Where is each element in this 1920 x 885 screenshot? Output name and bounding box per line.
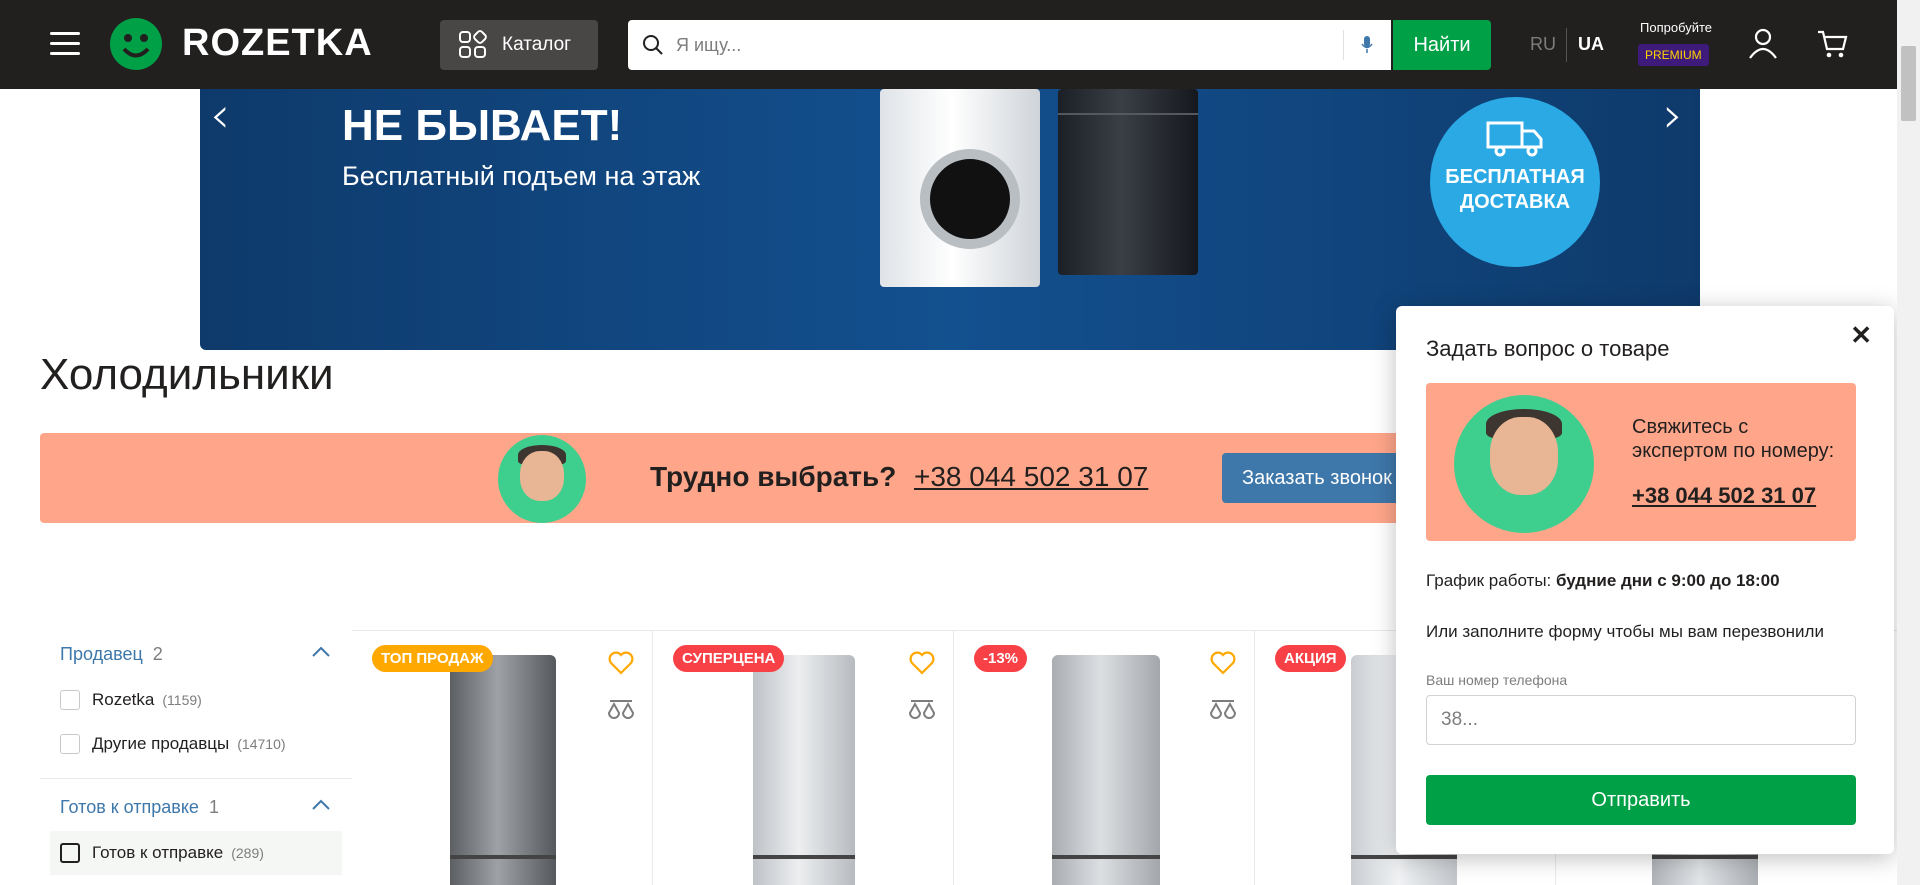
checkbox[interactable] bbox=[60, 734, 80, 754]
expert-avatar bbox=[1454, 395, 1594, 533]
page-scrollbar[interactable] bbox=[1897, 0, 1920, 885]
banner-prev-icon[interactable]: ‹ bbox=[210, 86, 230, 144]
filters-sidebar: Продавец 2 Rozetka (1159) Другие продавц… bbox=[40, 630, 352, 875]
language-ua[interactable]: UA bbox=[1578, 34, 1604, 55]
filter-count: 2 bbox=[152, 643, 163, 664]
filter-divider bbox=[40, 778, 352, 779]
filter-ready-header[interactable]: Готов к отправке 1 bbox=[40, 783, 352, 831]
expert-question: Трудно выбрать? bbox=[650, 461, 897, 492]
checkbox[interactable] bbox=[60, 690, 80, 710]
user-icon[interactable] bbox=[1748, 28, 1778, 60]
work-hours-value: будние дни с 9:00 до 18:00 bbox=[1556, 571, 1780, 590]
send-button[interactable]: Отправить bbox=[1426, 775, 1856, 825]
filter-option-label: Rozetka bbox=[92, 690, 155, 709]
product-image[interactable] bbox=[753, 655, 855, 885]
modal-contact-text: Свяжитесь с экспертом по номеру: bbox=[1632, 416, 1835, 462]
search-bar bbox=[628, 20, 1391, 70]
banner-next-icon[interactable]: › bbox=[1663, 86, 1683, 144]
modal-title: Задать вопрос о товаре bbox=[1426, 336, 1670, 361]
filter-option-label: Другие продавцы bbox=[92, 734, 230, 753]
logo-icon[interactable] bbox=[110, 18, 162, 70]
phone-field[interactable] bbox=[1426, 695, 1856, 745]
scrollbar-thumb[interactable] bbox=[1901, 46, 1916, 121]
product-card[interactable]: ТОП ПРОДАЖ bbox=[352, 631, 653, 885]
filter-count: 1 bbox=[208, 796, 219, 817]
site-header: ROZETKA Каталог Найти RU UA Попробуйте P… bbox=[0, 0, 1920, 89]
language-divider bbox=[1566, 28, 1567, 62]
premium-try-text[interactable]: Попробуйте bbox=[1640, 20, 1712, 35]
expert-help-strip: Трудно выбрать? +38 044 502 31 07 Заказа… bbox=[40, 433, 1520, 523]
filter-option-ready[interactable]: Готов к отправке (289) bbox=[50, 831, 342, 875]
search-divider bbox=[1343, 30, 1344, 60]
catalog-grid-icon bbox=[459, 30, 487, 58]
microphone-icon[interactable] bbox=[1360, 34, 1374, 56]
language-ru[interactable]: RU bbox=[1530, 34, 1556, 55]
heart-icon[interactable] bbox=[909, 651, 935, 675]
heart-icon[interactable] bbox=[1210, 651, 1236, 675]
heart-icon[interactable] bbox=[608, 651, 634, 675]
expert-avatar bbox=[498, 435, 586, 523]
compare-icon[interactable] bbox=[907, 697, 937, 723]
catalog-button[interactable]: Каталог bbox=[440, 20, 598, 70]
filter-option-label: Готов к отправке bbox=[92, 843, 224, 862]
page-title: Холодильники bbox=[40, 350, 334, 399]
search-icon bbox=[643, 35, 663, 55]
filter-seller-header[interactable]: Продавец 2 bbox=[40, 630, 352, 678]
delivery-line2: ДОСТАВКА bbox=[1459, 191, 1571, 213]
product-card[interactable]: СУПЕРЦЕНА bbox=[653, 631, 954, 885]
checkbox[interactable] bbox=[60, 843, 80, 863]
menu-icon[interactable] bbox=[50, 32, 80, 56]
search-input[interactable] bbox=[676, 20, 1296, 70]
product-card[interactable]: -13% bbox=[954, 631, 1255, 885]
filter-title: Продавец bbox=[60, 643, 143, 664]
phone-field-label: Ваш номер телефона bbox=[1426, 672, 1568, 688]
product-badge: СУПЕРЦЕНА bbox=[673, 645, 785, 672]
product-badge: АКЦИЯ bbox=[1275, 645, 1346, 672]
premium-badge[interactable]: PREMIUM bbox=[1638, 44, 1709, 66]
logo-text[interactable]: ROZETKA bbox=[182, 22, 373, 65]
washing-machine-image bbox=[880, 89, 1040, 287]
chevron-up-icon bbox=[312, 799, 330, 810]
filter-option-other-sellers[interactable]: Другие продавцы (14710) bbox=[40, 722, 352, 766]
catalog-label: Каталог bbox=[502, 34, 572, 55]
filter-option-rozetka[interactable]: Rozetka (1159) bbox=[40, 678, 352, 722]
free-delivery-badge: БЕСПЛАТНАЯ ДОСТАВКА bbox=[1430, 97, 1600, 267]
fridge-image bbox=[1058, 89, 1198, 275]
product-badge: -13% bbox=[974, 645, 1028, 672]
compare-icon[interactable] bbox=[1208, 697, 1238, 723]
modal-expert-card: Свяжитесь с экспертом по номеру: +38 044… bbox=[1426, 383, 1856, 541]
search-submit-button[interactable]: Найти bbox=[1393, 20, 1491, 70]
filter-option-count: (14710) bbox=[237, 736, 286, 752]
work-hours-label: График работы: bbox=[1426, 571, 1552, 590]
product-image[interactable] bbox=[450, 655, 556, 885]
chevron-up-icon bbox=[312, 646, 330, 657]
compare-icon[interactable] bbox=[606, 697, 636, 723]
ask-question-modal: ✕ Задать вопрос о товаре Свяжитесь с экс… bbox=[1396, 306, 1894, 854]
modal-phone-link[interactable]: +38 044 502 31 07 bbox=[1632, 483, 1816, 509]
filter-option-count: (1159) bbox=[162, 692, 202, 708]
product-badge: ТОП ПРОДАЖ bbox=[372, 645, 493, 672]
banner-subtitle: Бесплатный подъем на этаж bbox=[342, 161, 701, 191]
close-icon[interactable]: ✕ bbox=[1850, 320, 1872, 351]
filter-title: Готов к отправке bbox=[60, 796, 199, 817]
cart-icon[interactable] bbox=[1817, 29, 1849, 59]
banner-title: НЕ БЫВАЕТ! bbox=[342, 101, 623, 150]
filter-option-count: (289) bbox=[231, 845, 264, 861]
product-image[interactable] bbox=[1052, 655, 1160, 885]
truck-icon bbox=[1486, 121, 1543, 157]
delivery-line1: БЕСПЛАТНАЯ bbox=[1445, 166, 1585, 188]
expert-phone-link[interactable]: +38 044 502 31 07 bbox=[914, 461, 1148, 493]
work-hours: График работы: будние дни с 9:00 до 18:0… bbox=[1426, 571, 1780, 591]
form-hint: Или заполните форму чтобы мы вам перезво… bbox=[1426, 622, 1824, 641]
